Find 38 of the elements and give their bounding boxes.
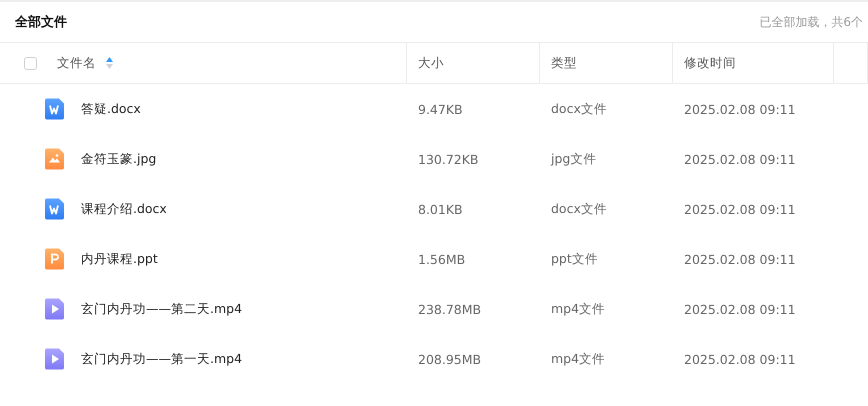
file-type: docx文件 — [550, 200, 608, 218]
file-name[interactable]: 答疑.docx — [81, 100, 141, 118]
video-file-icon — [45, 348, 64, 370]
column-header[interactable]: 类型 — [551, 54, 577, 72]
file-size: 130.72KB — [417, 152, 480, 166]
sort-icon[interactable] — [106, 57, 113, 69]
file-type: mp4文件 — [550, 300, 606, 318]
file-size: 208.95MB — [417, 352, 482, 366]
modified-time: 2025.02.08 09:11 — [683, 302, 797, 316]
image-file-icon — [45, 148, 64, 170]
file-name[interactable]: 内丹课程.ppt — [81, 250, 158, 268]
modified-time: 2025.02.08 09:11 — [683, 102, 797, 116]
file-size: 238.78MB — [417, 302, 482, 316]
file-name[interactable]: 课程介绍.docx — [81, 200, 167, 218]
video-file-icon — [45, 298, 64, 320]
modified-time: 2025.02.08 09:11 — [683, 252, 797, 266]
file-type: ppt文件 — [550, 250, 599, 268]
column-header[interactable]: 文件名 — [57, 54, 96, 72]
column-header[interactable]: 大小 — [418, 54, 444, 72]
modified-time: 2025.02.08 09:11 — [683, 152, 797, 166]
presentation-file-icon — [45, 248, 64, 270]
file-type: mp4文件 — [550, 350, 606, 368]
file-name[interactable]: 金符玉篆.jpg — [81, 150, 156, 168]
select-all-checkbox[interactable] — [24, 56, 37, 70]
file-size: 8.01KB — [417, 202, 464, 216]
file-name[interactable]: 玄门内丹功——第一天.mp4 — [81, 350, 242, 368]
load-status: 已全部加载，共6个 — [759, 14, 863, 30]
file-type: docx文件 — [550, 100, 608, 118]
file-name[interactable]: 玄门内丹功——第二天.mp4 — [81, 300, 242, 318]
column-header[interactable]: 修改时间 — [684, 54, 736, 72]
page-title: 全部文件 — [15, 14, 67, 31]
word-file-icon — [45, 198, 64, 220]
modified-time: 2025.02.08 09:11 — [683, 352, 797, 366]
file-size: 1.56MB — [417, 252, 466, 266]
modified-time: 2025.02.08 09:11 — [683, 202, 797, 216]
word-file-icon — [45, 98, 64, 120]
file-size: 9.47KB — [417, 102, 464, 116]
file-type: jpg文件 — [550, 150, 598, 168]
